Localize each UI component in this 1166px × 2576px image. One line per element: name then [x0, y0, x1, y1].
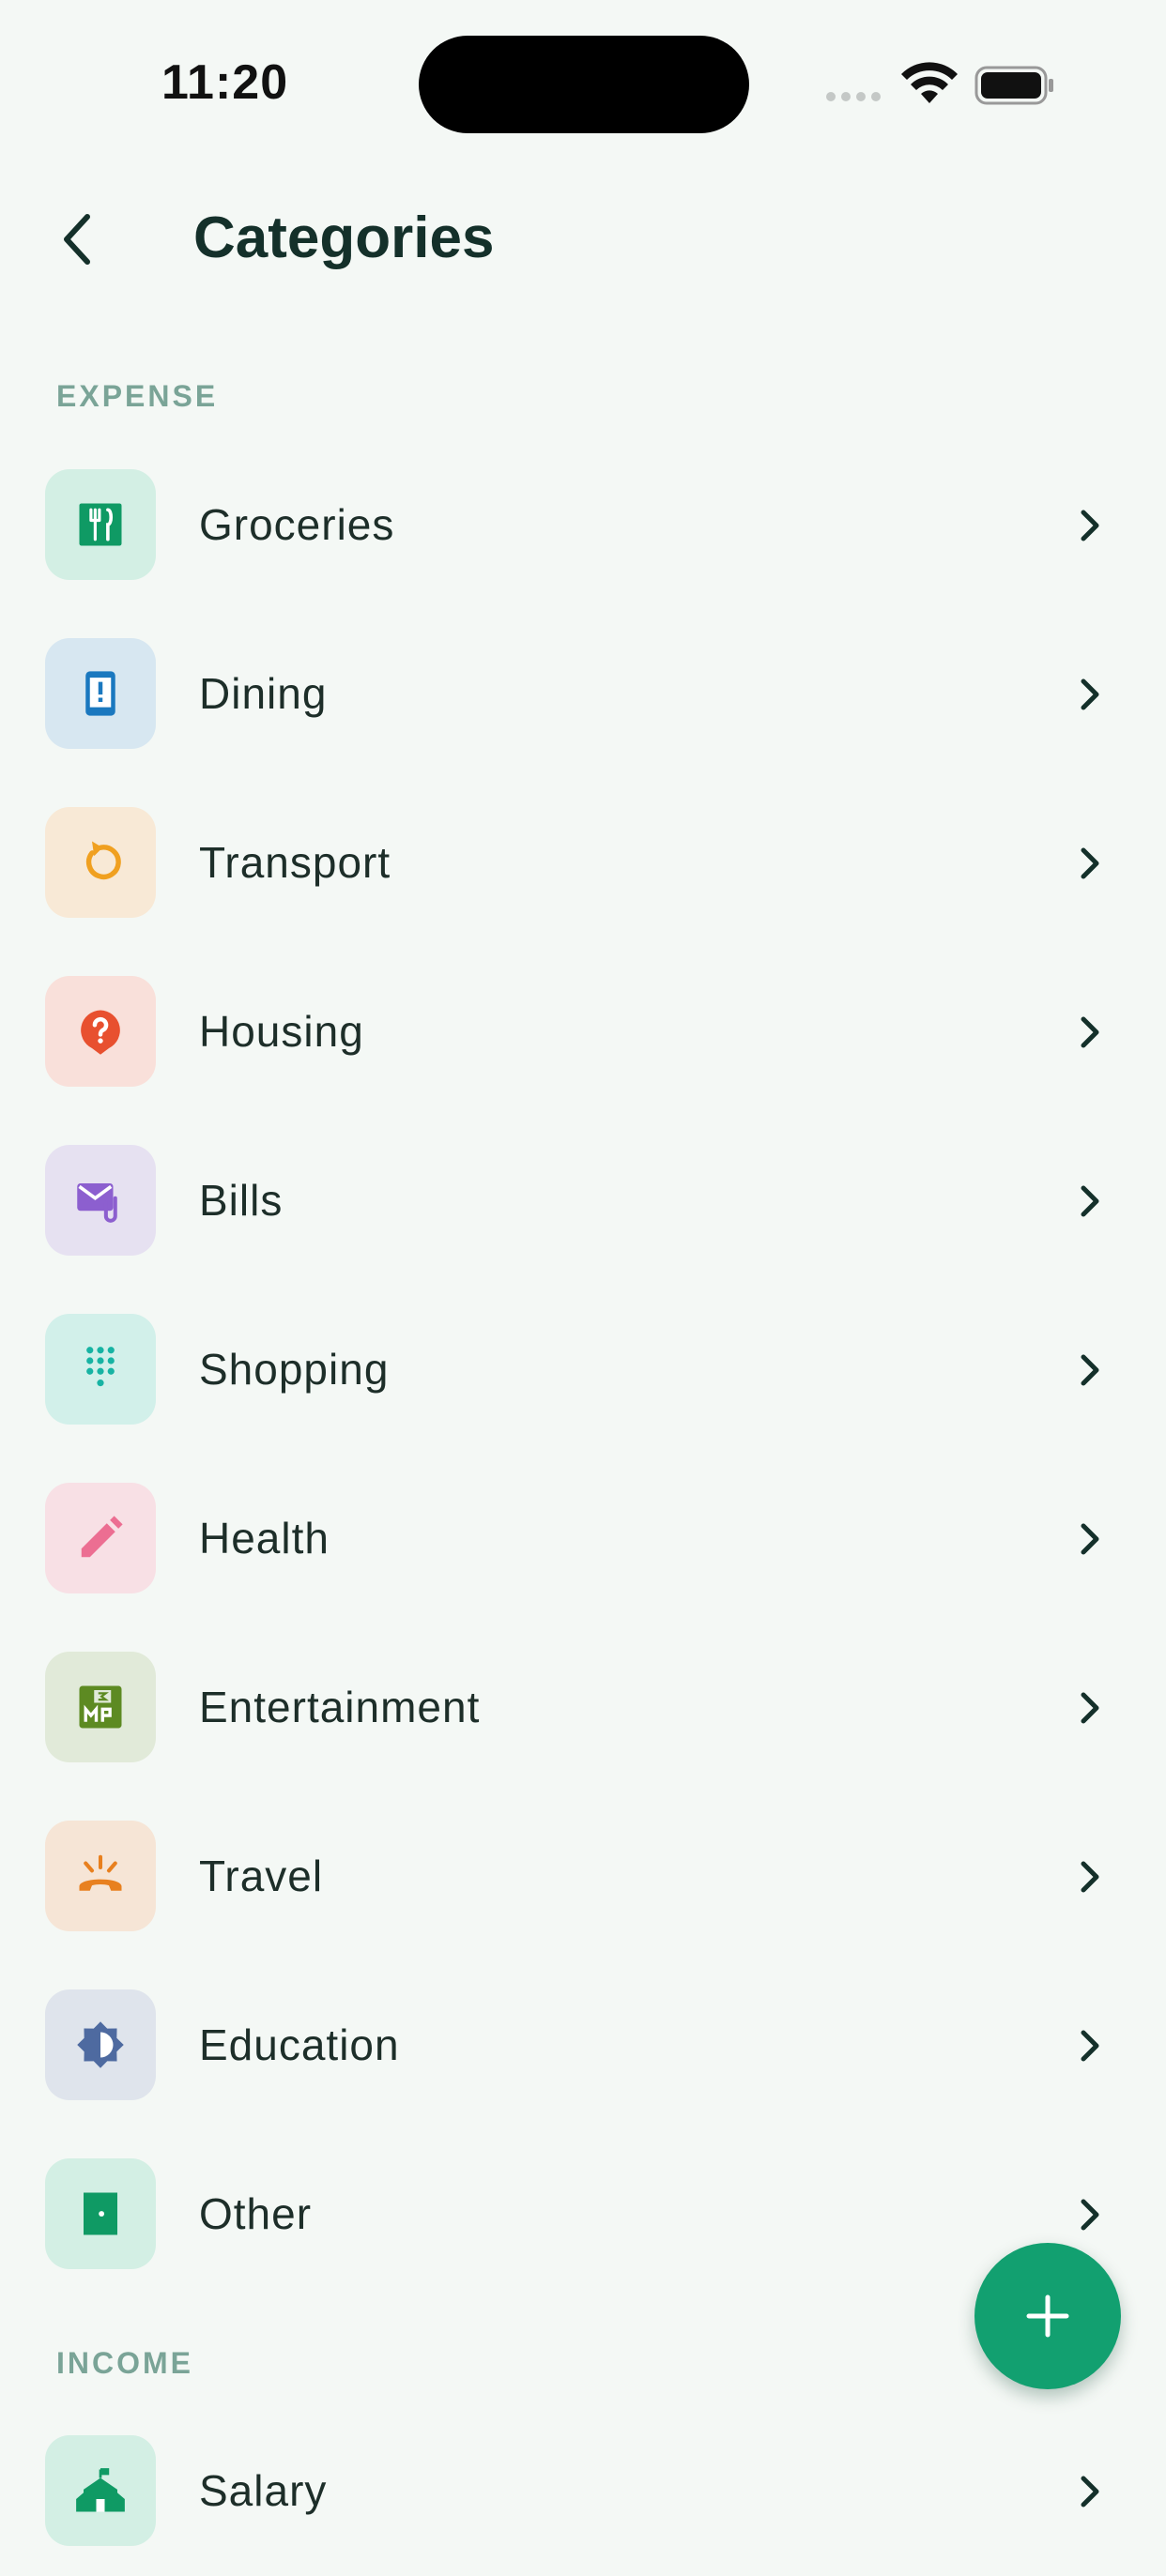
mail-attachment-icon	[77, 1183, 117, 1223]
chevron-right-icon	[1081, 847, 1099, 879]
chevron-right-icon	[1081, 2199, 1099, 2231]
category-icon-tile	[45, 1821, 156, 1931]
chevron-right-icon	[1081, 2030, 1099, 2062]
category-label: Other	[199, 2189, 313, 2238]
category-label: Entertainment	[199, 1683, 481, 1731]
category-row-education[interactable]: Education	[0, 1961, 1166, 2130]
chevron-right-icon	[1081, 1354, 1099, 1386]
chevron-left-icon	[64, 214, 90, 265]
chevron-right-icon	[1081, 1016, 1099, 1048]
add-category-button[interactable]	[974, 2243, 1121, 2389]
category-icon-tile	[45, 1989, 156, 2100]
section-header-expense: EXPENSE	[56, 379, 219, 413]
chevron-right-icon	[1081, 1861, 1099, 1893]
section-header-income: INCOME	[56, 2346, 193, 2380]
chevron-right-icon	[1081, 1185, 1099, 1217]
category-label: Bills	[199, 1176, 284, 1225]
category-icon-tile	[45, 976, 156, 1087]
category-row-shopping[interactable]: Shopping	[0, 1286, 1166, 1455]
category-icon-tile	[45, 807, 156, 918]
category-label: Education	[199, 2020, 400, 2069]
chevron-right-icon	[1081, 1523, 1099, 1555]
brightness-icon	[77, 2021, 124, 2068]
restaurant-icon	[79, 503, 122, 546]
status-time: 11:20	[161, 55, 289, 110]
category-icon-tile	[45, 638, 156, 749]
category-icon-tile	[45, 1483, 156, 1593]
category-icon-tile	[45, 1652, 156, 1762]
door-icon	[84, 2192, 117, 2235]
pencil-icon	[81, 1516, 123, 1558]
category-row-health[interactable]: Health	[0, 1455, 1166, 1623]
plus-icon	[1026, 2294, 1069, 2338]
expense-category-list: Groceries Dining Transport Housing Bills…	[0, 441, 1166, 2299]
phone-ringing-icon	[79, 1854, 122, 1891]
category-icon-tile	[45, 2158, 156, 2269]
category-label: Shopping	[199, 1345, 390, 1394]
income-category-list: Salary	[0, 2407, 1166, 2576]
category-label: Groceries	[199, 500, 395, 549]
category-label: Health	[199, 1514, 330, 1562]
school-building-icon	[76, 2468, 125, 2512]
calendar-badge-icon	[79, 1685, 122, 1729]
category-label: Transport	[199, 838, 391, 887]
category-row-travel[interactable]: Travel	[0, 1792, 1166, 1961]
category-icon-tile	[45, 2435, 156, 2546]
chevron-right-icon	[1081, 1692, 1099, 1724]
category-label: Salary	[199, 2466, 328, 2515]
category-row-salary[interactable]: Salary	[0, 2407, 1166, 2576]
chevron-right-icon	[1081, 678, 1099, 710]
battery-icon	[974, 66, 1053, 105]
back-button[interactable]	[45, 206, 111, 272]
phone-alert-icon	[85, 671, 115, 716]
chevron-right-icon	[1081, 2476, 1099, 2507]
refresh-icon	[85, 841, 121, 880]
category-label: Travel	[199, 1852, 324, 1900]
status-bar: 11:20	[0, 0, 1166, 169]
category-icon-tile	[45, 1145, 156, 1256]
category-icon-tile	[45, 469, 156, 580]
category-row-entertainment[interactable]: Entertainment	[0, 1623, 1166, 1792]
dynamic-island	[419, 36, 749, 133]
category-row-housing[interactable]: Housing	[0, 948, 1166, 1117]
help-bubble-icon	[81, 1010, 120, 1055]
chevron-right-icon	[1081, 510, 1099, 541]
page-title: Categories	[193, 206, 495, 270]
dialpad-icon	[86, 1347, 115, 1387]
category-row-bills[interactable]: Bills	[0, 1117, 1166, 1286]
category-label: Housing	[199, 1007, 364, 1056]
category-row-transport[interactable]: Transport	[0, 779, 1166, 948]
category-row-groceries[interactable]: Groceries	[0, 441, 1166, 610]
wifi-icon	[901, 62, 958, 103]
category-row-dining[interactable]: Dining	[0, 610, 1166, 779]
navigation-bar: Categories	[0, 178, 1166, 300]
category-label: Dining	[199, 669, 328, 718]
category-icon-tile	[45, 1314, 156, 1425]
cellular-signal-icon	[826, 92, 881, 101]
